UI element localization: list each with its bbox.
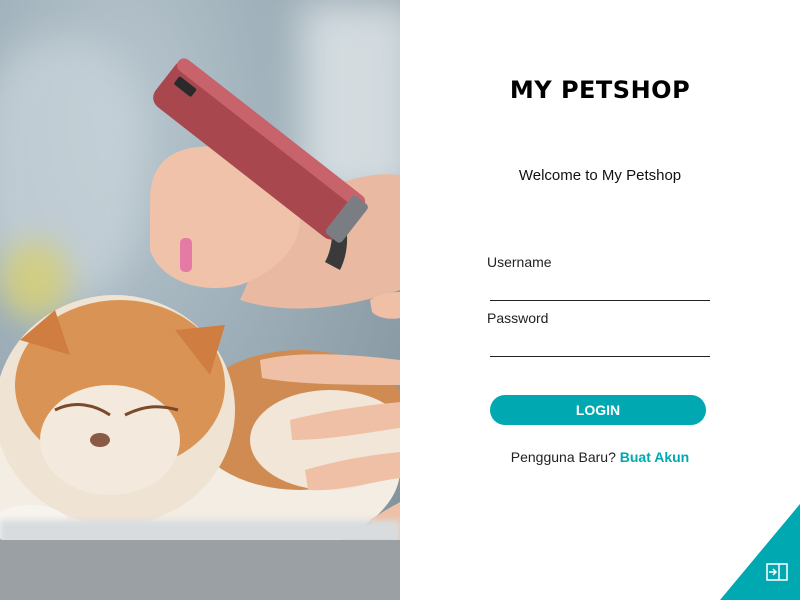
username-input[interactable] — [490, 276, 710, 301]
photo-table — [0, 540, 400, 600]
password-label: Password — [487, 310, 549, 326]
signup-prompt: Pengguna Baru? — [510, 449, 616, 465]
create-account-link[interactable]: Buat Akun — [620, 449, 689, 465]
signup-row: Pengguna Baru? Buat Akun — [400, 449, 800, 465]
login-button[interactable]: LOGIN — [490, 395, 706, 425]
hero-photo — [0, 0, 400, 600]
brand-title: MY PETSHOP — [509, 76, 691, 104]
exit-icon[interactable] — [766, 563, 788, 581]
username-label: Username — [487, 254, 552, 270]
password-input[interactable] — [490, 332, 710, 357]
grooming-scene-illustration — [0, 58, 400, 570]
corner-triangle — [720, 504, 800, 600]
welcome-text: Welcome to My Petshop — [518, 167, 682, 184]
